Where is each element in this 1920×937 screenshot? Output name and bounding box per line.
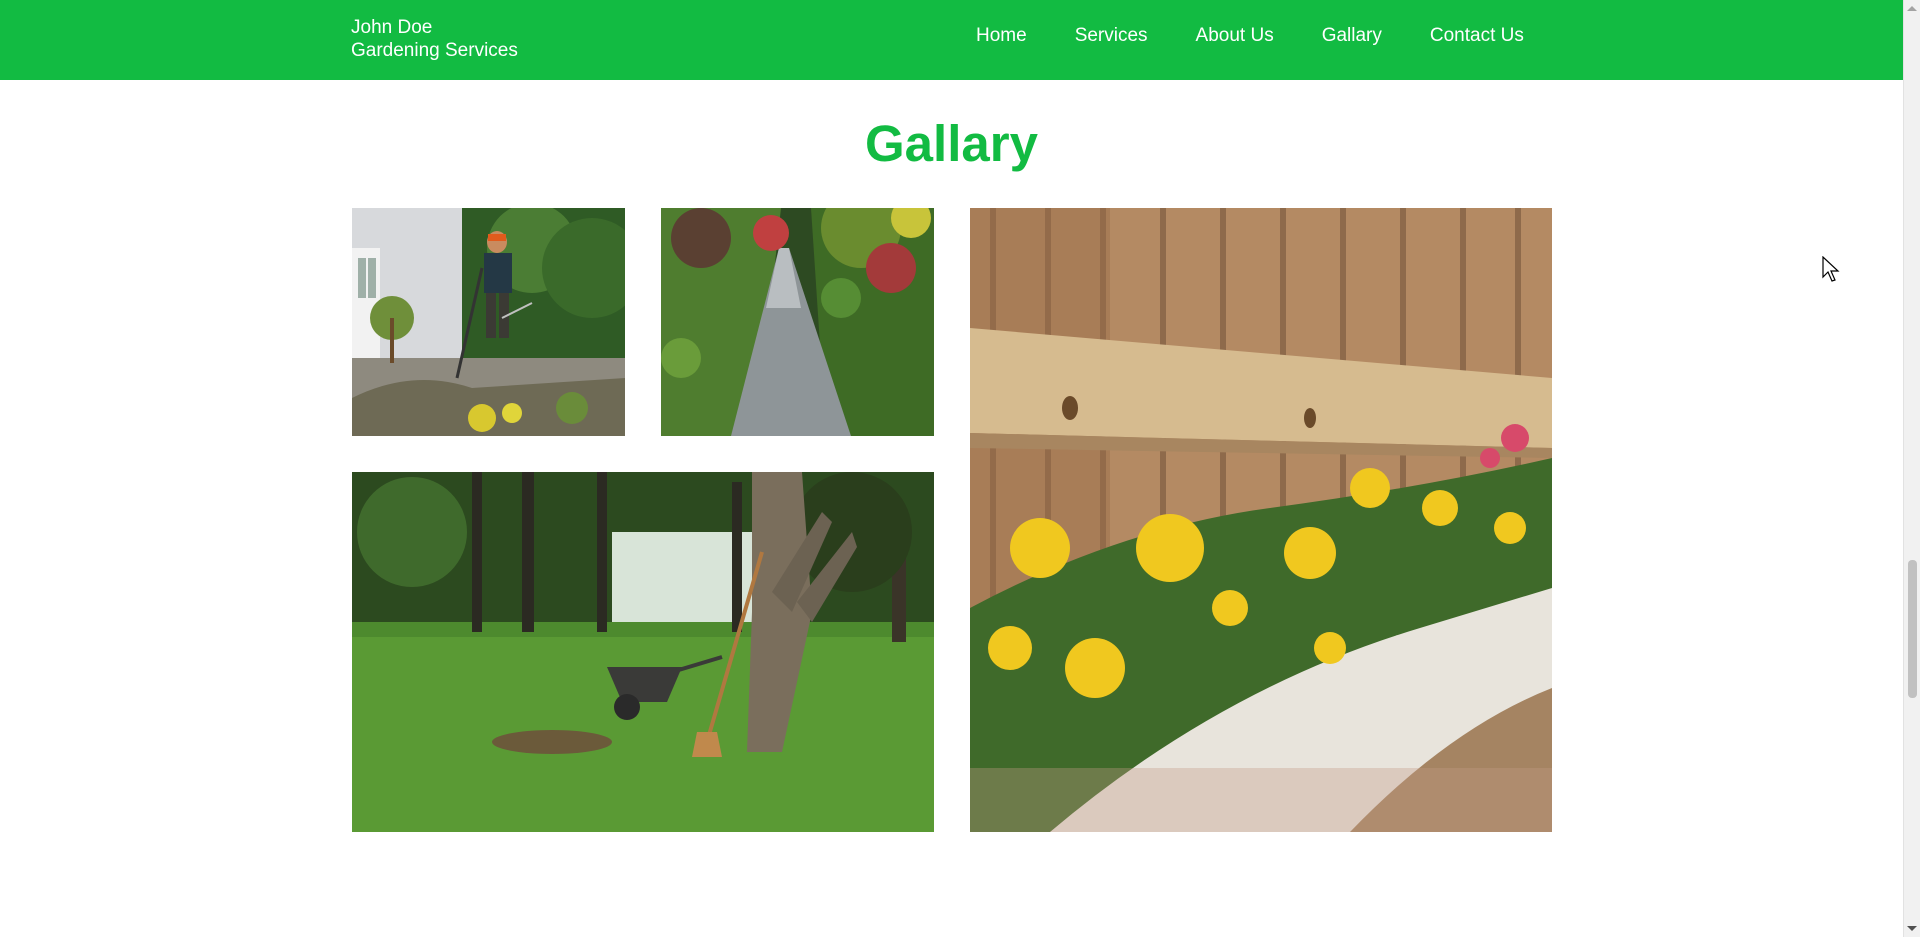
gardener-photo: [352, 208, 625, 436]
lawn-wheelbarrow-photo: [352, 472, 934, 832]
nav-contact-link[interactable]: Contact Us: [1430, 24, 1524, 48]
main-nav: Home Services About Us Gallary Contact U…: [976, 24, 1524, 48]
garden-path-photo: [661, 208, 934, 436]
brand-tagline: Gardening Services: [351, 40, 518, 61]
gallery-image-lawn-wheelbarrow[interactable]: [352, 472, 934, 832]
site-brand[interactable]: John Doe Gardening Services: [351, 16, 518, 62]
nav-about-link[interactable]: About Us: [1196, 24, 1274, 48]
marigolds-fence-photo: [970, 208, 1552, 832]
nav-home-link[interactable]: Home: [976, 24, 1027, 48]
gallery-image-gardener[interactable]: [352, 208, 625, 436]
page-scrollbar[interactable]: [1903, 0, 1920, 937]
gallery-title: Gallary: [865, 115, 1038, 172]
nav-gallery-link[interactable]: Gallary: [1322, 24, 1382, 48]
brand-name: John Doe: [351, 17, 433, 38]
scroll-up-arrow-icon[interactable]: [1907, 6, 1917, 11]
scroll-down-arrow-icon[interactable]: [1907, 926, 1917, 931]
gallery-image-garden-path[interactable]: [661, 208, 934, 436]
nav-services-link[interactable]: Services: [1075, 24, 1148, 48]
gallery-image-marigolds-fence[interactable]: [970, 208, 1552, 832]
scroll-thumb[interactable]: [1908, 560, 1917, 698]
mouse-cursor-icon: [1822, 256, 1840, 282]
top-navbar: John Doe Gardening Services Home Service…: [0, 0, 1903, 80]
